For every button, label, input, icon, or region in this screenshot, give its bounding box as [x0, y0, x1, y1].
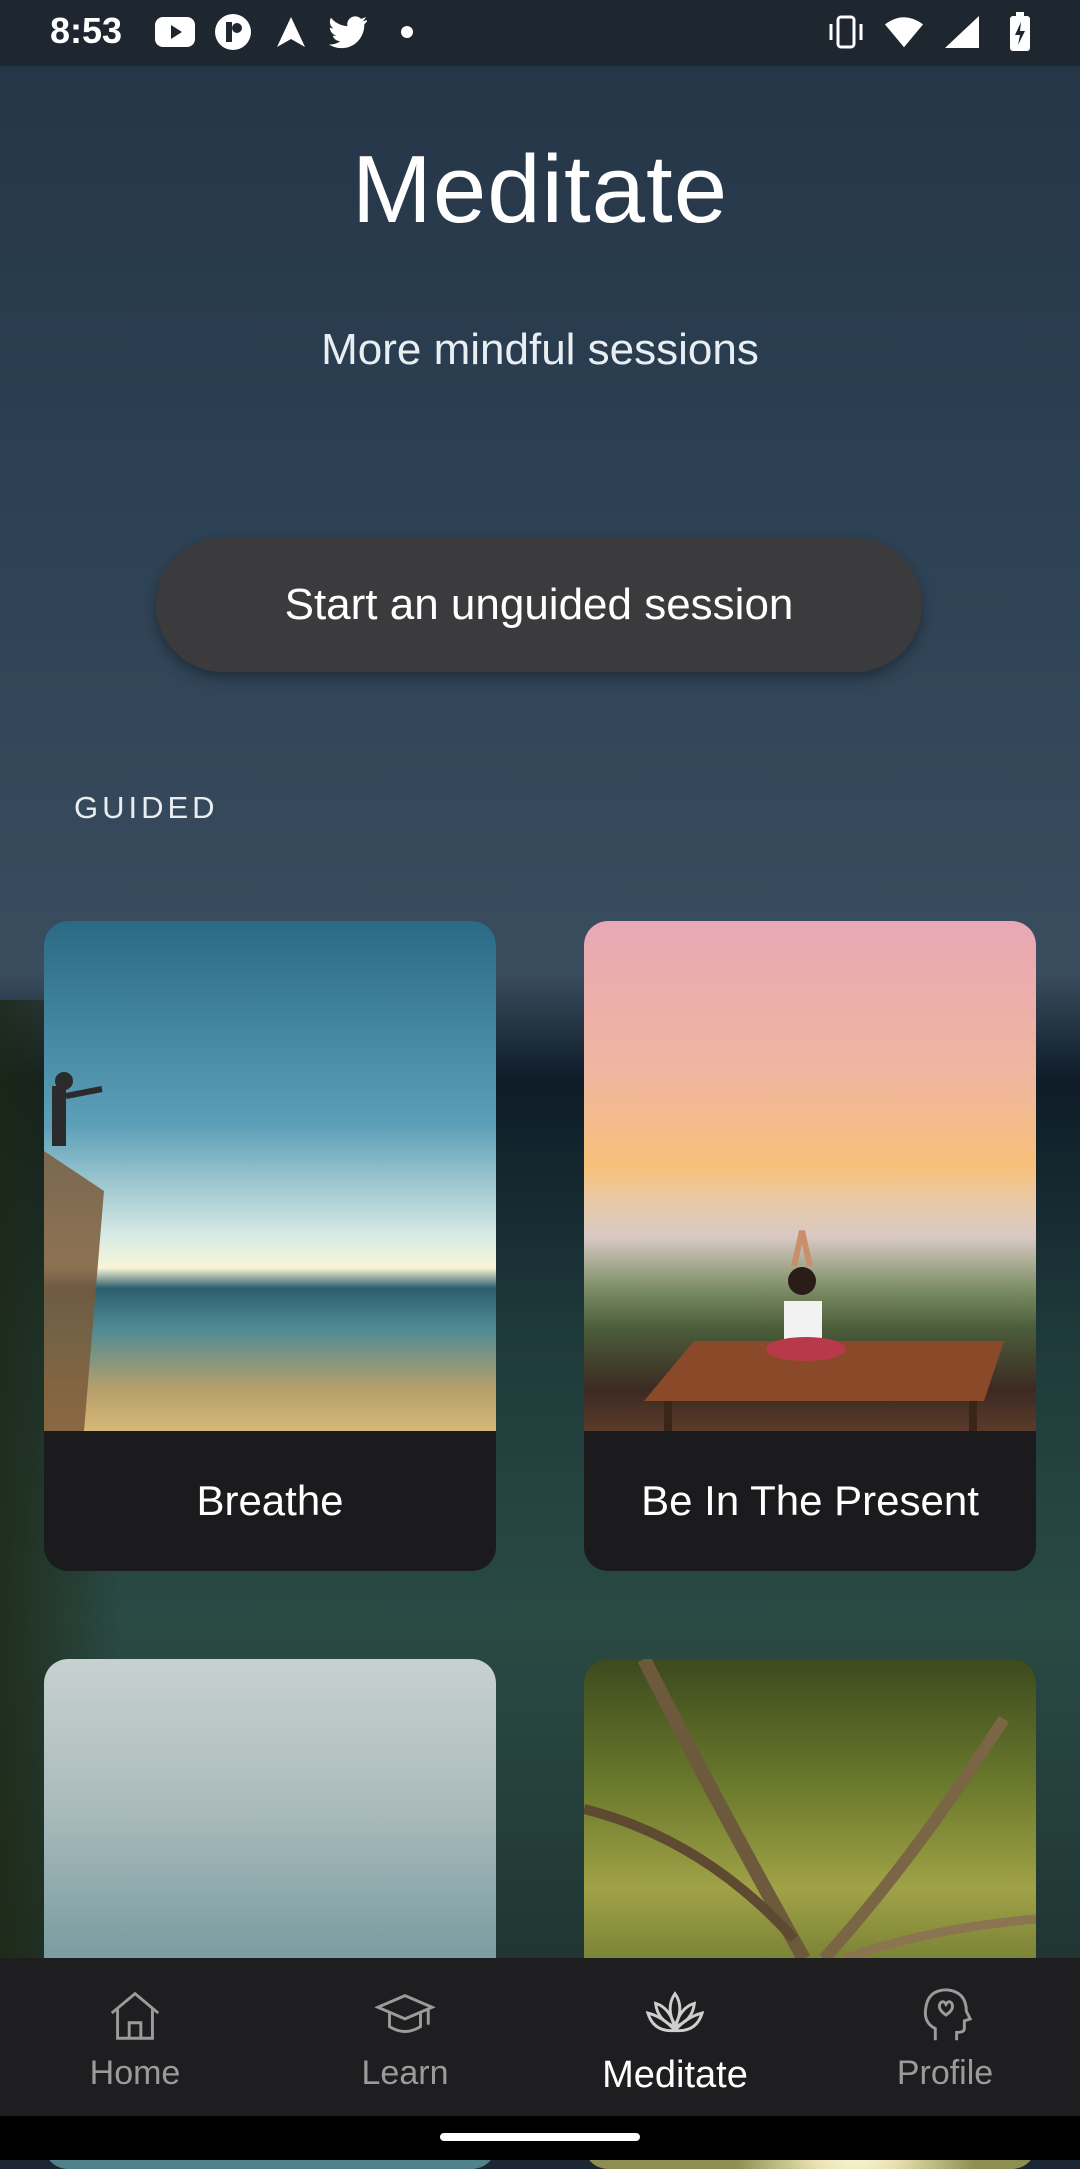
home-icon	[110, 1991, 160, 2040]
page-title: Meditate	[351, 136, 729, 243]
session-card-image	[44, 921, 496, 1431]
session-card-image	[584, 921, 1036, 1431]
status-time: 8:53	[50, 10, 123, 51]
vibrate-icon	[826, 12, 866, 52]
navigation-arrow-icon	[271, 12, 311, 52]
nav-item-profile[interactable]: Profile	[810, 1958, 1080, 2116]
session-card-title: Breathe	[196, 1477, 344, 1524]
nav-label-profile: Profile	[896, 2054, 994, 2092]
status-bar: 8:53	[0, 0, 1080, 66]
head-heart-icon	[923, 1988, 973, 2041]
start-unguided-session-label: Start an unguided session	[284, 580, 794, 629]
start-unguided-session-button[interactable]: Start an unguided session	[156, 538, 922, 672]
twitter-icon	[329, 12, 369, 52]
nav-item-learn[interactable]: Learn	[270, 1958, 540, 2116]
nav-item-home[interactable]: Home	[0, 1958, 270, 2116]
app-icon	[213, 12, 253, 52]
guided-section-label: GUIDED	[74, 790, 219, 825]
lotus-icon	[645, 1991, 705, 2033]
session-card-be-in-the-present[interactable]: Be In The Present	[584, 921, 1036, 1571]
signal-icon	[942, 12, 982, 52]
session-card-title: Be In The Present	[641, 1477, 979, 1524]
nav-label-learn: Learn	[361, 2054, 449, 2092]
home-gesture-bar[interactable]	[440, 2133, 640, 2141]
nav-label-home: Home	[89, 2054, 181, 2092]
wifi-icon	[884, 12, 924, 52]
battery-charging-icon	[1000, 12, 1040, 52]
nav-label-meditate: Meditate	[602, 2054, 748, 2096]
page-subtitle: More mindful sessions	[321, 325, 759, 374]
dot-icon	[387, 12, 427, 52]
nav-item-meditate[interactable]: Meditate	[540, 1958, 810, 2116]
youtube-icon	[155, 12, 195, 52]
graduation-cap-icon	[374, 1994, 436, 2033]
session-card-breathe[interactable]: Breathe	[44, 921, 496, 1571]
status-right-icons	[826, 12, 1040, 52]
bottom-navigation: Home Learn Meditate Profile	[0, 1958, 1080, 2116]
status-left-icons	[155, 12, 427, 52]
